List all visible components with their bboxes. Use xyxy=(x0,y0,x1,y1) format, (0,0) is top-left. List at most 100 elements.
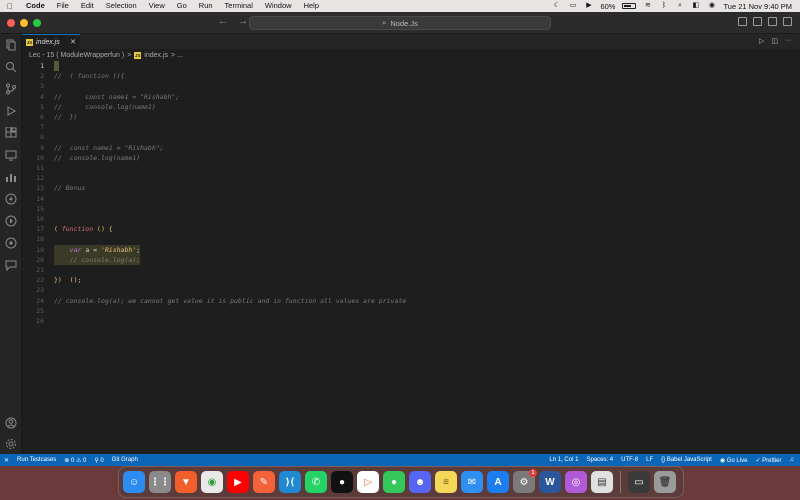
search-icon[interactable]: ⌕ xyxy=(675,2,684,10)
back-arrow-icon[interactable]: ← xyxy=(218,16,228,27)
customize-layout-icon[interactable] xyxy=(783,17,792,26)
mail-icon[interactable]: ✉ xyxy=(461,471,483,493)
prettier-button[interactable]: ✓ Prettier xyxy=(755,457,781,464)
play-icon[interactable]: ▶ xyxy=(584,2,593,10)
problems-indicator[interactable]: ⊗ 0 ⚠ 0 xyxy=(64,457,86,464)
whatsapp-icon[interactable]: ✆ xyxy=(305,471,327,493)
menu-file[interactable]: File xyxy=(51,0,75,12)
split-editor-icon[interactable]: ◫ xyxy=(771,37,778,45)
end-of-line[interactable]: LF xyxy=(646,457,653,463)
discord-icon[interactable]: ☻ xyxy=(409,471,431,493)
search-icon[interactable] xyxy=(5,61,17,73)
language-mode[interactable]: {} Babel JavaScript xyxy=(661,457,712,463)
screen-mirror-icon[interactable]: ▭ xyxy=(568,2,577,10)
more-actions-icon[interactable]: ··· xyxy=(785,37,792,45)
ports-indicator[interactable]: ⚲ 0 xyxy=(94,457,103,464)
messages-icon[interactable]: ● xyxy=(383,471,405,493)
breadcrumb-file[interactable]: index.js xyxy=(144,52,168,59)
account-icon[interactable] xyxy=(5,417,17,429)
settings-gear-icon[interactable] xyxy=(5,438,17,450)
toggle-primary-sidebar-icon[interactable] xyxy=(738,17,747,26)
clock[interactable]: Tue 21 Nov 9:40 PM xyxy=(723,2,792,11)
breadcrumb-folder[interactable]: Lec - 15 ( ModuleWrapperfun ) xyxy=(29,52,124,59)
command-center-search[interactable]: ⌕ Node.Js xyxy=(249,16,551,30)
line-number: 24 xyxy=(36,296,44,305)
lightning-icon[interactable] xyxy=(5,193,17,205)
brave-browser-icon[interactable]: ▼ xyxy=(175,471,197,493)
notes-icon[interactable]: ≡ xyxy=(435,471,457,493)
go-live-button[interactable]: ◉ Go Live xyxy=(720,457,748,464)
menu-edit[interactable]: Edit xyxy=(75,0,100,12)
cursor-position[interactable]: Ln 1, Col 1 xyxy=(549,457,578,463)
minimized-window-icon[interactable]: ▭ xyxy=(628,471,650,493)
vscode-icon[interactable]: ⟩⟨ xyxy=(279,471,301,493)
menu-window[interactable]: Window xyxy=(259,0,298,12)
battery-icon[interactable] xyxy=(622,3,637,9)
forward-arrow-icon[interactable]: → xyxy=(238,16,248,27)
menu-selection[interactable]: Selection xyxy=(100,0,143,12)
line-number: 14 xyxy=(36,194,44,203)
code-editor[interactable]: 1 2 3 4 5 6 7 8 9 10 11 12 13 14 15 16 17 18 19 20 21 22 23 24 2… xyxy=(22,61,800,454)
finder-icon[interactable]: ☺ xyxy=(123,471,145,493)
github-icon[interactable]: ● xyxy=(331,471,353,493)
trash-icon[interactable]: 🗑 xyxy=(654,471,676,493)
app-store-icon[interactable]: A xyxy=(487,471,509,493)
code-token-var: var xyxy=(69,245,82,254)
notifications-bell-icon[interactable]: ♫ xyxy=(790,457,795,463)
menu-go[interactable]: Go xyxy=(171,0,193,12)
encoding[interactable]: UTF-8 xyxy=(621,457,638,463)
chrome-icon[interactable]: ◉ xyxy=(201,471,223,493)
launchpad-icon[interactable]: ⋮⋮ xyxy=(149,471,171,493)
toggle-panel-icon[interactable] xyxy=(753,17,762,26)
apple-icon[interactable]:  xyxy=(0,2,20,11)
testing-icon[interactable] xyxy=(5,215,17,227)
podcasts-icon[interactable]: ◎ xyxy=(565,471,587,493)
line-number: 15 xyxy=(36,204,44,213)
line-number: 12 xyxy=(36,174,44,183)
git-graph-button[interactable]: Git Graph xyxy=(112,457,138,463)
indentation[interactable]: Spaces: 4 xyxy=(586,457,613,463)
comments-icon[interactable] xyxy=(5,259,17,271)
remote-indicator-icon[interactable]: ✕ xyxy=(4,457,9,464)
toggle-secondary-sidebar-icon[interactable] xyxy=(768,17,777,26)
menu-run[interactable]: Run xyxy=(193,0,219,12)
remote-explorer-icon[interactable] xyxy=(5,149,17,161)
menu-terminal[interactable]: Terminal xyxy=(219,0,259,12)
run-code-icon[interactable]: ▷ xyxy=(759,37,764,45)
line-number: 11 xyxy=(36,164,44,172)
moon-icon[interactable]: ☾ xyxy=(552,2,561,10)
zoom-window-button[interactable] xyxy=(33,19,41,27)
youtube-icon[interactable]: ▶ xyxy=(227,471,249,493)
siri-icon[interactable]: ◉ xyxy=(707,2,716,10)
wifi-icon[interactable]: ≋ xyxy=(643,2,652,10)
close-tab-icon[interactable]: ✕ xyxy=(70,38,76,46)
run-testcases-button[interactable]: Run Testcases xyxy=(17,457,56,463)
infuse-icon[interactable]: ▷ xyxy=(357,471,379,493)
bluetooth-icon[interactable]: ᛒ xyxy=(659,2,668,10)
menu-bar-status: ☾ ▭ ▶ 60% ≋ ᛒ ⌕ ◧ ◉ Tue 21 Nov 9:40 PM xyxy=(552,2,800,11)
code-token-assign: a = xyxy=(81,245,101,254)
git-graph-icon[interactable] xyxy=(5,237,17,249)
line-number: 17 xyxy=(36,225,44,234)
run-debug-icon[interactable] xyxy=(5,105,17,117)
code-token-paren: ( xyxy=(54,225,62,234)
extensions-icon[interactable] xyxy=(5,127,17,139)
explorer-icon[interactable] xyxy=(5,39,17,51)
code-token-function: function xyxy=(61,225,94,234)
close-window-button[interactable] xyxy=(7,19,15,27)
chart-icon[interactable] xyxy=(5,171,17,183)
tab-index-js[interactable]: JS index.js ✕ xyxy=(22,34,80,49)
preview-icon[interactable]: ▤ xyxy=(591,471,613,493)
microsoft-word-icon[interactable]: W xyxy=(539,471,561,493)
minimize-window-button[interactable] xyxy=(20,19,28,27)
vscode-window: ← → ⌕ Node.Js JS index.js ✕ ▷ ◫ ··· Lec … xyxy=(0,12,800,466)
postman-icon[interactable]: ✎ xyxy=(253,471,275,493)
breadcrumb-tail[interactable]: > ... xyxy=(171,52,183,59)
menu-app-name[interactable]: Code xyxy=(20,0,51,12)
menu-help[interactable]: Help xyxy=(298,0,325,12)
source-control-icon[interactable] xyxy=(5,83,17,95)
system-settings-icon[interactable]: ⚙ 1 xyxy=(513,469,537,493)
menu-view[interactable]: View xyxy=(143,0,171,12)
control-center-icon[interactable]: ◧ xyxy=(691,2,700,10)
editor-actions: ▷ ◫ ··· xyxy=(759,37,792,45)
